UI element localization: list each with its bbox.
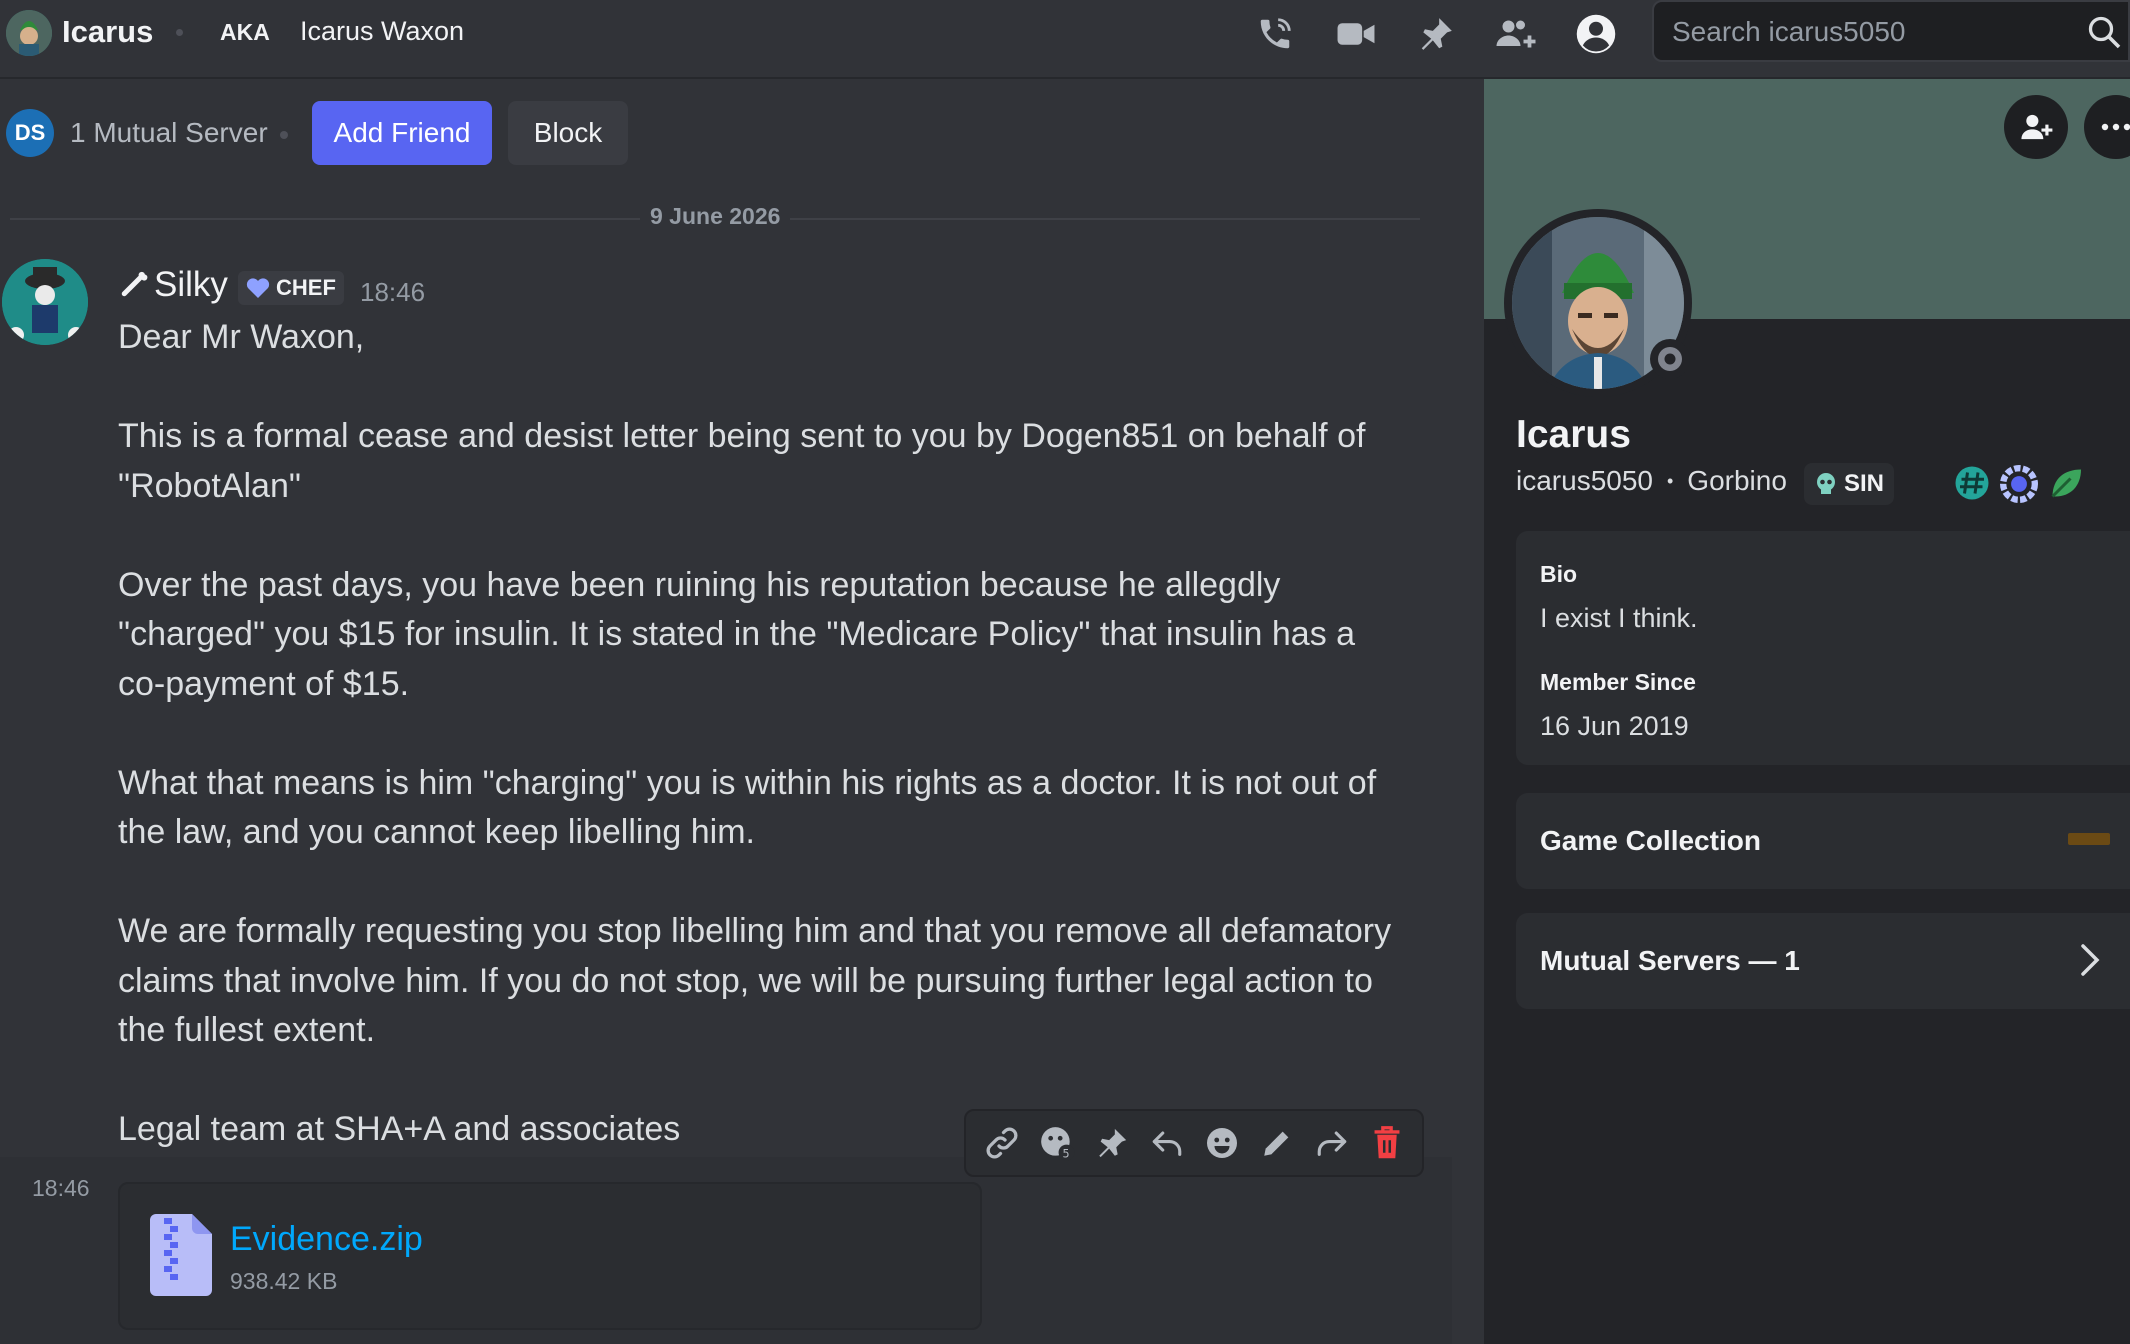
bone-icon [121, 271, 148, 297]
message-paragraph: What that means is him "charging" you is… [118, 763, 1377, 852]
heart-shield-icon [246, 278, 270, 298]
video-call-icon[interactable] [1334, 12, 1378, 56]
user-profile-panel: Icarus icarus5050 • Gorbino SIN Bio I ex… [1484, 79, 2130, 1344]
header-display-name: Icarus [62, 14, 154, 49]
add-friend-icon[interactable] [2004, 95, 2068, 159]
date-divider-line-left [10, 218, 640, 220]
server-tag[interactable]: SIN [1804, 463, 1895, 505]
status-offline-icon [1650, 339, 1690, 379]
game-collection-label: Game Collection [1540, 825, 1761, 856]
delete-icon[interactable] [1363, 1119, 1411, 1167]
dm-header: Icarus AKA Icarus Waxon Search icarus505… [0, 0, 2130, 79]
message-paragraph: Dear Mr Waxon, [118, 318, 365, 356]
identity-separator: • [1666, 470, 1674, 491]
bio-card: Bio I exist I think. Member Since 16 Jun… [1516, 531, 2130, 765]
message-author-avatar[interactable] [2, 259, 88, 345]
add-reaction-icon[interactable] [1198, 1119, 1246, 1167]
aka-name: Icarus Waxon [300, 16, 465, 46]
hashtag-badge-icon[interactable] [1954, 465, 1990, 501]
bio-title: Bio [1540, 561, 1578, 587]
skull-icon [1817, 473, 1835, 494]
member-since-title: Member Since [1540, 669, 1696, 695]
message-content: Dear Mr Waxon, This is a formal cease an… [118, 313, 1398, 1155]
add-friend-button[interactable]: Add Friend [312, 101, 492, 165]
chat-area: DS 1 Mutual Server Add Friend Block 9 Ju… [0, 79, 1484, 1344]
search-icon[interactable] [2086, 14, 2122, 55]
add-friends-to-dm-icon[interactable] [1494, 12, 1538, 56]
aka-label: AKA [220, 19, 270, 45]
svg-text:5: 5 [1062, 1147, 1069, 1160]
mutual-servers-label: Mutual Servers — 1 [1540, 945, 1800, 976]
message-author-name: Silky [154, 265, 228, 304]
mutual-servers-card[interactable]: Mutual Servers — 1 [1516, 913, 2130, 1009]
pin-icon[interactable] [1414, 12, 1458, 56]
author-avatar-image [2, 259, 88, 345]
mutual-server-count[interactable]: 1 Mutual Server [70, 117, 268, 149]
profile-username[interactable]: icarus5050 [1516, 465, 1653, 497]
header-separator-dot [176, 29, 183, 36]
message-paragraph: This is a formal cease and desist letter… [118, 417, 1366, 505]
date-divider: 9 June 2026 [650, 203, 781, 229]
search-placeholder: Search icarus5050 [1672, 16, 1906, 47]
server-tag-label: SIN [1844, 470, 1885, 497]
profile-badges [1954, 465, 2084, 503]
message-action-toolbar: 5 [964, 1109, 1424, 1177]
leaf-badge-icon[interactable] [2048, 465, 2084, 501]
profile-display-name: Icarus [1516, 413, 1631, 456]
edit-icon[interactable] [1253, 1119, 1301, 1167]
pin-message-icon[interactable] [1088, 1119, 1136, 1167]
reply-icon[interactable] [1143, 1119, 1191, 1167]
zip-file-icon [150, 1214, 212, 1301]
message-timestamp[interactable]: 18:46 [360, 277, 425, 308]
search-input[interactable]: Search icarus5050 [1652, 0, 2130, 62]
game-thumbnail-icon [2068, 833, 2110, 845]
game-collection-card[interactable]: Game Collection [1516, 793, 2130, 889]
voice-call-icon[interactable] [1253, 12, 1297, 56]
forward-icon[interactable] [1308, 1119, 1356, 1167]
file-name-link[interactable]: Evidence.zip [230, 1220, 423, 1259]
message-paragraph: We are formally requesting you stop libe… [118, 912, 1392, 1049]
member-since-date: 16 Jun 2019 [1540, 711, 1689, 741]
message-author[interactable]: Silky [118, 265, 228, 305]
message-paragraph: Over the past days, you have been ruinin… [118, 565, 1356, 703]
mutual-bar: DS 1 Mutual Server Add Friend Block [0, 101, 700, 165]
user-profile-icon[interactable] [1574, 12, 1618, 56]
file-attachment[interactable]: Evidence.zip 938.42 KB [118, 1182, 982, 1330]
bio-text: I exist I think. [1540, 603, 1698, 633]
block-button[interactable]: Block [508, 101, 628, 165]
file-size: 938.42 KB [230, 1268, 338, 1294]
date-divider-line-right [790, 218, 1420, 220]
profile-pronouns: Gorbino [1687, 465, 1787, 496]
attachment-timestamp[interactable]: 18:46 [32, 1175, 90, 1202]
mutual-server-icon[interactable]: DS [6, 109, 54, 157]
add-reaction-super-icon[interactable]: 5 [1033, 1119, 1081, 1167]
chevron-right-icon [2080, 943, 2100, 982]
avatar-image [6, 10, 52, 56]
mutual-separator-dot [280, 131, 288, 139]
copy-link-icon[interactable] [978, 1119, 1026, 1167]
role-tag-label: CHEF [276, 275, 336, 300]
header-avatar[interactable] [6, 10, 52, 56]
nitro-boost-badge-icon[interactable] [2000, 465, 2038, 503]
role-tag[interactable]: CHEF [238, 271, 344, 305]
profile-identity: icarus5050 • Gorbino [1516, 465, 1787, 497]
